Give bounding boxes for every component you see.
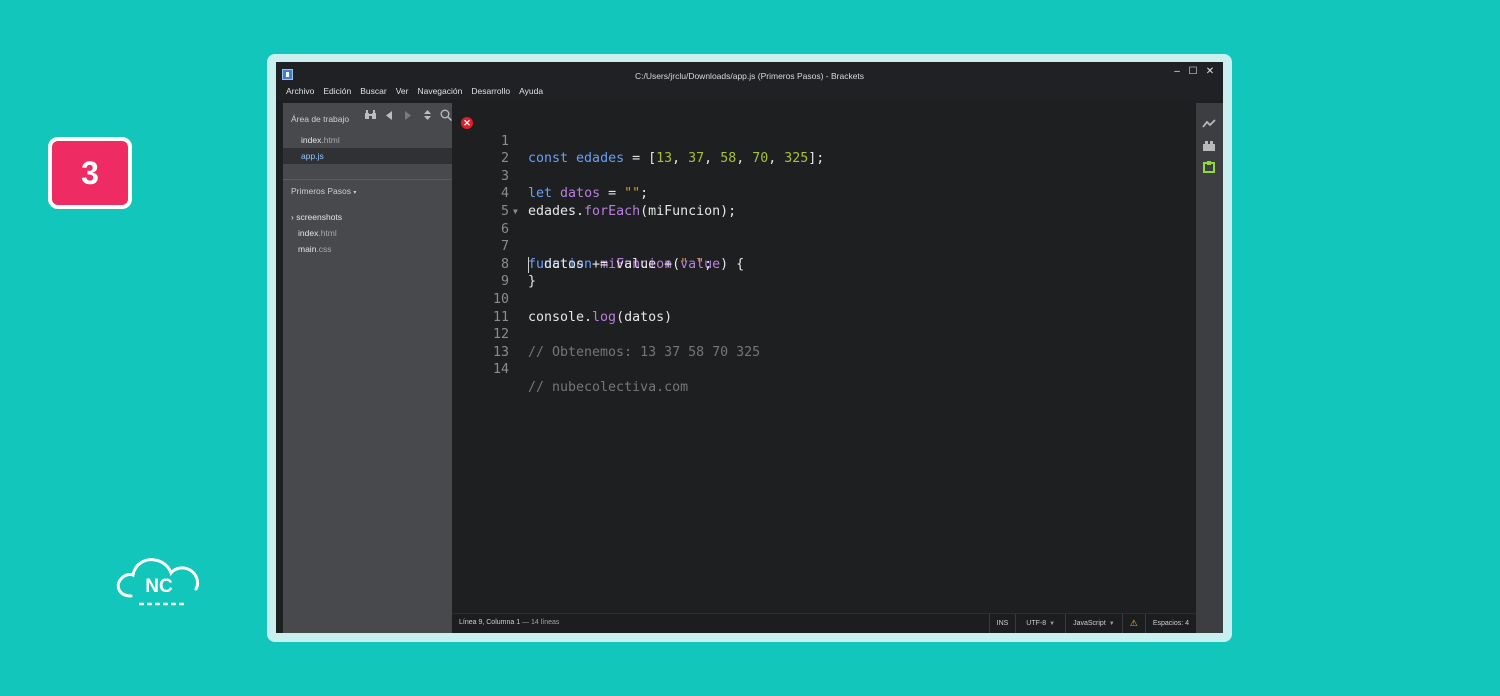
step-number-badge: 3 [48,137,132,209]
tree-folder-screenshots[interactable]: › screenshots [291,209,342,225]
comment: // nubecolectiva.com [528,379,689,395]
chevron-down-icon: ▼ [1108,621,1115,627]
language-value: JavaScript [1073,620,1106,627]
working-file-index-html[interactable]: index.html [283,132,452,148]
code-area[interactable]: 1 const edades = [13, 37, 58, 70, 325]; … [452,115,1196,395]
screenshot-frame: C:/Users/jrclu/Downloads/app.js (Primero… [267,54,1232,642]
language-select[interactable]: JavaScript ▼ [1065,614,1122,633]
line-number: 14 [492,362,509,378]
menu-archivo[interactable]: Archivo [286,86,314,96]
cursor-position: Línea 9, Columna 1 — 14 líneas [459,619,559,626]
encoding-select[interactable]: UTF-8 ▼ [1015,614,1065,633]
tree-file-index-html[interactable]: index.html [291,225,342,241]
tree-item-name: screenshots [296,212,343,222]
encoding-value: UTF-8 [1026,620,1047,627]
extension-icon[interactable] [1202,161,1216,173]
code-line-7: 7 datos += value + " "; [452,221,1196,272]
code-line-2: 2 [452,133,1196,166]
status-indicators: INS UTF-8 ▼ JavaScript ▼ ⚠ Espacios: 4 [988,614,1196,633]
extension-manager-icon[interactable] [1202,140,1216,152]
logo-text: NC [145,576,173,597]
code-line-4: 4 edades.forEach(miFuncion); [452,168,1196,219]
file-name: index [301,135,322,145]
code-line-1: 1 const edades = [13, 37, 58, 70, 325]; [452,115,1196,167]
text-cursor [528,256,529,273]
tree-file-main-css[interactable]: main.css [291,241,342,257]
project-tree: › screenshots index.html main.css [291,209,342,257]
menu-ayuda[interactable]: Ayuda [519,86,543,96]
indentation-setting[interactable]: Espacios: 4 [1144,614,1196,633]
working-set-title: Área de trabajo [291,114,350,124]
search-icon[interactable] [439,108,453,122]
chevron-down-icon: ▼ [1049,621,1056,627]
right-toolbar [1196,103,1223,633]
sidebar: Área de trabajo index.html app.js Primer… [283,103,452,633]
maximize-button[interactable]: ☐ [1186,66,1200,77]
file-name: app [301,151,316,161]
live-preview-icon[interactable] [1202,118,1216,130]
code-line-10: 10 console.log(datos) [452,273,1196,325]
navigate-forward-icon[interactable] [401,108,415,122]
file-ext: .js [315,151,324,161]
code-line-12: 12 // Obtenemos: 13 37 58 70 325 [452,309,1196,360]
linter-warning-icon[interactable]: ⚠ [1121,614,1145,633]
minimize-button[interactable]: – [1170,66,1184,77]
code-line-8: 8 } [452,238,1196,290]
close-button[interactable]: ✕ [1203,66,1217,77]
sidebar-divider [283,179,452,180]
menu-ver[interactable]: Ver [396,86,409,96]
code-line-6: 6 ▼ function miFuncion(value) { [452,203,1196,272]
project-title: Primeros Pasos [291,186,351,196]
title-bar: C:/Users/jrclu/Downloads/app.js (Primero… [276,62,1223,100]
menu-navegacion[interactable]: Navegación [417,86,462,96]
working-file-app-js[interactable]: app.js [283,148,452,164]
menu-bar: Archivo Edición Buscar Ver Navegación De… [286,86,543,96]
position-text: Línea 9, Columna 1 [459,619,521,626]
tree-item-name: index [298,228,319,238]
brackets-window: C:/Users/jrclu/Downloads/app.js (Primero… [276,62,1223,633]
tree-item-name: main [298,244,317,254]
menu-edicion[interactable]: Edición [323,86,351,96]
code-line-9: 9 [452,256,1196,289]
menu-desarrollo[interactable]: Desarrollo [471,86,510,96]
line-count: — 14 líneas [520,619,560,626]
chevron-down-icon: ▾ [353,190,357,196]
binoculars-icon[interactable] [363,108,377,122]
code-line-5: 5 [452,185,1196,219]
file-ext: .html [321,135,340,145]
sidebar-toolbar [363,108,453,122]
working-files-list: index.html app.js [283,132,452,164]
code-line-3: 3 let datos = ""; [452,150,1196,202]
code-line-11: 11 [452,291,1196,325]
nubecolectiva-logo: NC [116,558,200,606]
tree-item-ext: .css [316,244,332,254]
menu-buscar[interactable]: Buscar [360,86,386,96]
insert-mode-toggle[interactable]: INS [988,614,1016,633]
code-line-14: 14 // nubecolectiva.com [452,344,1196,395]
step-number: 3 [81,154,99,191]
navigate-back-icon[interactable] [382,108,396,122]
tree-item-ext: .html [318,228,337,238]
window-title: C:/Users/jrclu/Downloads/app.js (Primero… [634,71,865,81]
fold-arrow-icon[interactable]: ▼ [513,203,518,221]
code-line-13: 13 [452,326,1196,360]
project-dropdown[interactable]: Primeros Pasos ▾ [291,186,356,196]
sort-icon[interactable] [420,108,434,122]
code-editor[interactable]: ✕ 1 const edades = [13, 37, 58, 70, 325]… [452,103,1196,633]
status-bar: Línea 9, Columna 1 — 14 líneas INS UTF-8… [452,613,1196,633]
